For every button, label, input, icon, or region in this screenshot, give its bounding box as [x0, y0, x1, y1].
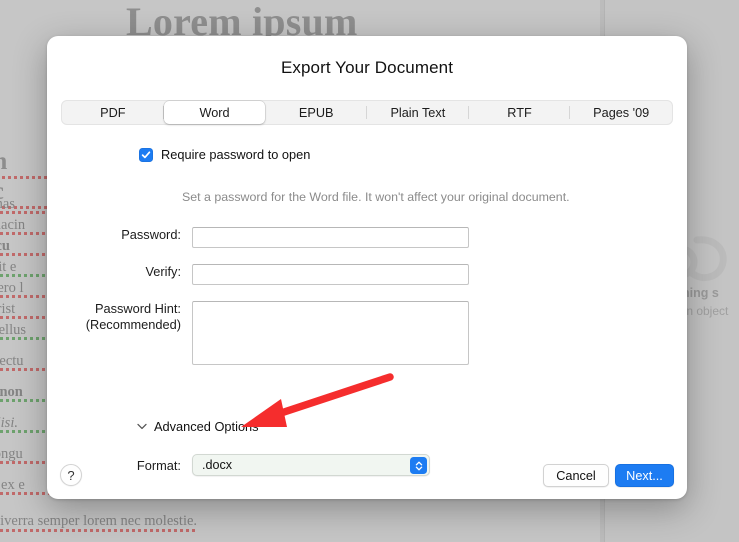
tab-label: PDF: [100, 105, 126, 120]
tab-label: Pages '09: [593, 105, 650, 120]
tab-word[interactable]: Word: [163, 101, 266, 124]
password-hint-label-line2: (Recommended): [85, 317, 181, 333]
chevron-up-down-icon: [415, 461, 422, 470]
advanced-options-label: Advanced Options: [154, 419, 259, 434]
password-label: Password:: [121, 227, 181, 242]
tab-label: Plain Text: [390, 105, 446, 120]
verify-row: Verify:: [47, 264, 469, 285]
password-hint-label-line1: Password Hint:: [94, 301, 181, 316]
document-lead-line-0: ipsum: [0, 148, 7, 176]
screen-root: Nothing s an object Lorem ipsum ipsum ib…: [0, 0, 739, 542]
next-button-label: Next...: [626, 468, 663, 483]
tab-rtf[interactable]: RTF: [469, 101, 571, 124]
cancel-button[interactable]: Cancel: [543, 464, 609, 487]
require-password-checkbox[interactable]: [139, 147, 153, 162]
password-hint-label: Password Hint: (Recommended): [47, 301, 192, 334]
password-help-text: Set a password for the Word file. It won…: [182, 190, 570, 204]
tab-label: Word: [199, 105, 230, 120]
tab-label: RTF: [507, 105, 532, 120]
verify-label: Verify:: [145, 264, 181, 279]
format-row: Format: .docx: [47, 454, 430, 476]
password-input[interactable]: [192, 227, 469, 248]
cancel-button-label: Cancel: [556, 468, 596, 483]
format-value: .docx: [202, 458, 233, 472]
check-icon: [141, 150, 151, 158]
password-hint-input[interactable]: [192, 301, 469, 365]
export-dialog: Export Your Document PDF Word EPUB Plain…: [47, 36, 687, 499]
format-stepper-button[interactable]: [410, 457, 427, 474]
dialog-title: Export Your Document: [280, 58, 454, 77]
chevron-down-icon: [137, 423, 147, 430]
tab-label: EPUB: [298, 105, 334, 120]
require-password-row[interactable]: Require password to open: [139, 147, 310, 162]
require-password-label: Require password to open: [161, 147, 311, 162]
tab-plain-text[interactable]: Plain Text: [367, 101, 469, 124]
next-button[interactable]: Next...: [615, 464, 674, 487]
format-tab-bar[interactable]: PDF Word EPUB Plain Text RTF Pages '09: [61, 100, 673, 125]
format-select[interactable]: .docx: [192, 454, 430, 476]
spell-squiggle: [0, 529, 196, 532]
tab-epub[interactable]: EPUB: [265, 101, 368, 124]
help-button-label: ?: [67, 467, 75, 483]
tab-pdf[interactable]: PDF: [62, 101, 164, 124]
password-row: Password:: [47, 227, 469, 248]
advanced-options-toggle[interactable]: Advanced Options: [137, 419, 259, 434]
help-button[interactable]: ?: [60, 464, 82, 486]
password-hint-row: Password Hint: (Recommended): [47, 301, 469, 365]
document-body-line-12: oi viverra semper lorem nec molestie.: [0, 513, 198, 529]
tab-pages-09[interactable]: Pages '09: [570, 101, 672, 124]
verify-input[interactable]: [192, 264, 469, 285]
